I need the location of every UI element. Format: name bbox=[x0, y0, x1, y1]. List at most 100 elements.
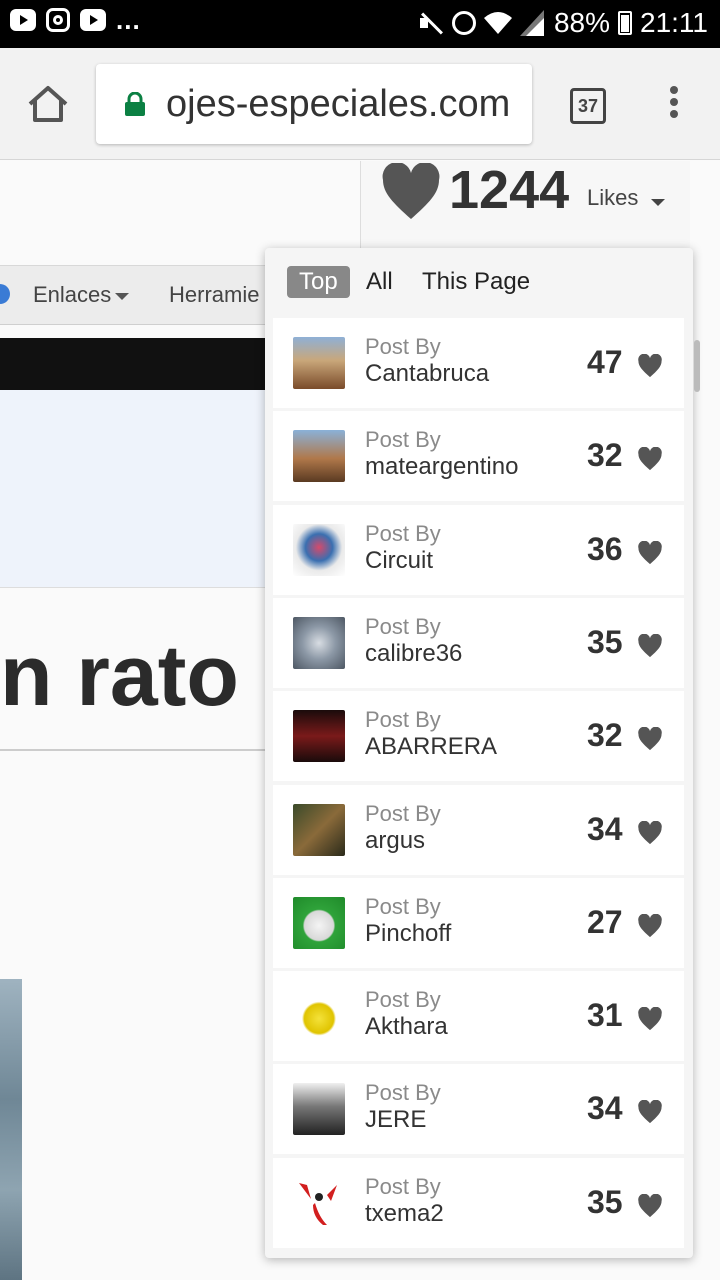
username[interactable]: mateargentino bbox=[365, 453, 518, 481]
address-bar[interactable]: ojes-especiales.com bbox=[96, 64, 532, 144]
like-count: 31 bbox=[587, 997, 623, 1034]
list-item[interactable]: Post By ABARRERA 32 bbox=[273, 691, 684, 782]
post-by-label: Post By bbox=[365, 520, 441, 546]
battery-icon bbox=[618, 11, 632, 35]
chevron-down-icon bbox=[115, 292, 130, 300]
wifi-icon bbox=[483, 10, 512, 36]
avatar bbox=[293, 1176, 345, 1229]
avatar bbox=[293, 896, 345, 949]
overflow-menu-icon[interactable] bbox=[664, 86, 684, 126]
avatar bbox=[293, 523, 345, 576]
username[interactable]: Circuit bbox=[365, 547, 433, 575]
username[interactable]: ABARRERA bbox=[365, 733, 497, 761]
tab-all[interactable]: All bbox=[366, 266, 393, 298]
like-count: 32 bbox=[587, 437, 623, 474]
post-by-label: Post By bbox=[365, 893, 441, 919]
like-count: 32 bbox=[587, 717, 623, 754]
list-item[interactable]: Post By mateargentino 32 bbox=[273, 411, 684, 502]
heart-icon bbox=[637, 726, 663, 751]
avatar bbox=[293, 337, 345, 389]
like-count: 35 bbox=[587, 623, 623, 660]
list-item[interactable]: Post By Circuit 36 bbox=[273, 504, 684, 595]
list-item[interactable]: Post By argus 34 bbox=[273, 784, 684, 875]
browser-toolbar: ojes-especiales.com 37 bbox=[0, 48, 720, 160]
heart-icon bbox=[637, 913, 663, 938]
avatar bbox=[293, 616, 345, 669]
tab-top[interactable]: Top bbox=[287, 266, 350, 298]
list-item[interactable]: Post By Akthara 31 bbox=[273, 971, 684, 1062]
system-icons: 88% 21:11 bbox=[418, 6, 708, 40]
header-bar bbox=[0, 338, 270, 390]
clock: 21:11 bbox=[640, 7, 708, 38]
avatar bbox=[293, 710, 345, 763]
instagram-icon bbox=[46, 8, 70, 32]
url-text: ojes-especiales.com bbox=[166, 83, 511, 125]
list-item[interactable]: Post By Cantabruca 47 bbox=[273, 318, 684, 408]
post-by-label: Post By bbox=[365, 707, 441, 733]
status-bar: ... 88% 21:11 bbox=[0, 0, 720, 48]
username[interactable]: txema2 bbox=[365, 1200, 444, 1228]
web-page: 1244 Likes Enlaces Herramie n rato Top A… bbox=[0, 160, 720, 1280]
tab-this-page[interactable]: This Page bbox=[422, 266, 530, 298]
username[interactable]: Pinchoff bbox=[365, 920, 451, 948]
heart-icon bbox=[637, 1193, 663, 1218]
avatar bbox=[293, 430, 345, 483]
post-by-label: Post By bbox=[365, 427, 441, 453]
heart-icon bbox=[637, 1100, 663, 1124]
like-count: 47 bbox=[587, 344, 623, 380]
likes-tabs: Top All This Page bbox=[265, 248, 693, 318]
alarm-icon bbox=[451, 11, 476, 35]
chevron-down-icon[interactable] bbox=[651, 199, 665, 206]
nav-herramientas[interactable]: Herramie bbox=[169, 282, 259, 308]
more-notifications: ... bbox=[116, 5, 141, 35]
like-count: 36 bbox=[587, 530, 623, 567]
avatar bbox=[293, 1083, 345, 1136]
heart-icon bbox=[637, 633, 663, 658]
post-by-label: Post By bbox=[365, 334, 441, 359]
avatar bbox=[293, 990, 345, 1043]
youtube-icon bbox=[10, 9, 36, 31]
youtube-icon bbox=[80, 9, 106, 31]
globe-icon bbox=[0, 284, 10, 304]
nav-enlaces[interactable]: Enlaces bbox=[33, 282, 130, 308]
lock-icon bbox=[124, 91, 146, 116]
nav-enlaces-label: Enlaces bbox=[33, 282, 112, 307]
heart-icon bbox=[381, 162, 441, 221]
heart-icon bbox=[637, 446, 663, 471]
like-count: 34 bbox=[587, 1090, 623, 1127]
article-image bbox=[0, 979, 22, 1280]
likes-dropdown: Top All This Page Post By Cantabruca 47 Pos… bbox=[265, 248, 693, 1258]
post-by-label: Post By bbox=[365, 987, 441, 1013]
likes-count: 1244 bbox=[449, 160, 570, 220]
list-item[interactable]: Post By Pinchoff 27 bbox=[273, 877, 684, 968]
divider bbox=[0, 749, 270, 751]
banner-area bbox=[0, 390, 270, 588]
home-icon[interactable] bbox=[26, 84, 70, 124]
post-by-label: Post By bbox=[365, 800, 441, 826]
list-item[interactable]: Post By txema2 35 bbox=[273, 1157, 684, 1248]
username[interactable]: JERE bbox=[365, 1106, 426, 1134]
list-item[interactable]: Post By calibre36 35 bbox=[273, 597, 684, 688]
site-nav: Enlaces Herramie bbox=[0, 265, 270, 325]
scrollbar[interactable] bbox=[694, 340, 700, 392]
heart-icon bbox=[637, 540, 663, 565]
likes-label: Likes bbox=[587, 185, 639, 210]
like-count: 35 bbox=[587, 1183, 623, 1220]
mute-icon bbox=[418, 10, 444, 36]
article-headline: n rato bbox=[0, 628, 239, 724]
username[interactable]: Akthara bbox=[365, 1013, 448, 1041]
likes-widget[interactable]: 1244 Likes bbox=[360, 160, 690, 251]
battery-percent: 88% bbox=[553, 7, 610, 38]
heart-icon bbox=[637, 353, 663, 378]
tab-switcher-button[interactable]: 37 bbox=[570, 88, 606, 124]
like-count: 27 bbox=[587, 903, 623, 940]
notification-icons: ... bbox=[10, 5, 141, 35]
username[interactable]: calibre36 bbox=[365, 640, 462, 668]
username[interactable]: Cantabruca bbox=[365, 360, 489, 388]
post-by-label: Post By bbox=[365, 1080, 441, 1106]
username[interactable]: argus bbox=[365, 827, 425, 855]
avatar bbox=[293, 803, 345, 856]
heart-icon bbox=[637, 820, 663, 845]
heart-icon bbox=[637, 1006, 663, 1031]
list-item[interactable]: Post By JERE 34 bbox=[273, 1064, 684, 1155]
